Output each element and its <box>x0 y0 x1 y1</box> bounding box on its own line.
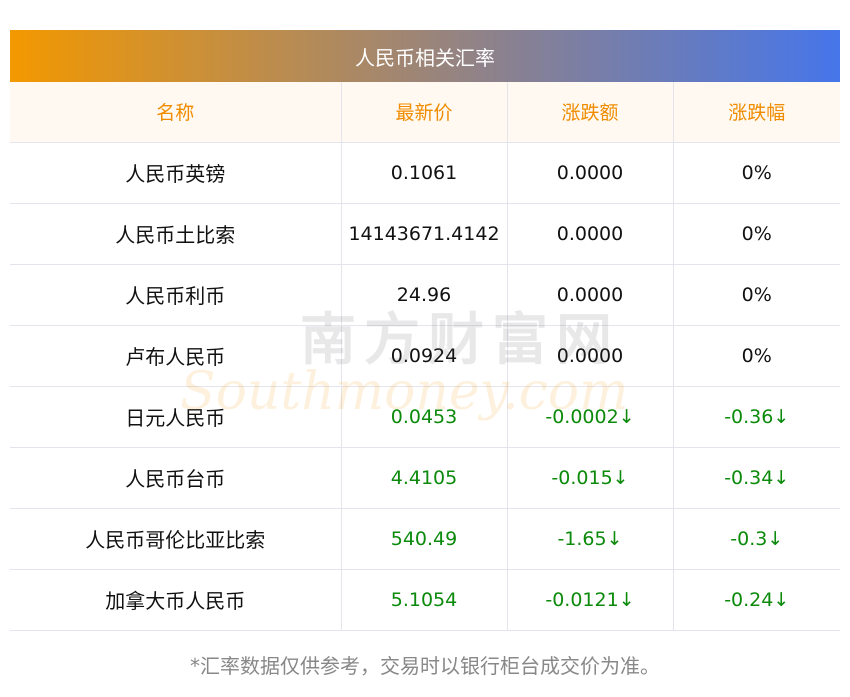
disclaimer: *汇率数据仅供参考，交易时以银行柜台成交价为准。 <box>190 654 660 678</box>
table-row[interactable]: 加拿大币人民币 5.1054 -0.0121↓ -0.24↓ <box>10 569 840 631</box>
cell-name: 人民币土比索 <box>10 203 342 265</box>
table-row[interactable]: 人民币利币 24.96 0.0000 0% <box>10 264 840 326</box>
cell-price: 5.1054 <box>341 569 508 631</box>
cell-pct: -0.24↓ <box>673 569 840 631</box>
table-header: 名称 最新价 涨跌额 涨跌幅 <box>10 82 840 143</box>
cell-price: 0.1061 <box>341 142 508 204</box>
cell-pct: -0.3↓ <box>673 508 840 570</box>
col-pct: 涨跌幅 <box>673 82 840 143</box>
cell-pct: 0% <box>673 264 840 326</box>
col-change: 涨跌额 <box>507 82 674 143</box>
cell-change: 0.0000 <box>507 264 674 326</box>
cell-price: 0.0453 <box>341 386 508 448</box>
cell-change: 0.0000 <box>507 203 674 265</box>
cell-change: -1.65↓ <box>507 508 674 570</box>
table-row[interactable]: 日元人民币 0.0453 -0.0002↓ -0.36↓ <box>10 386 840 448</box>
cell-name: 卢布人民币 <box>10 325 342 387</box>
table-row[interactable]: 卢布人民币 0.0924 0.0000 0% <box>10 325 840 387</box>
col-name: 名称 <box>10 82 342 143</box>
cell-change: 0.0000 <box>507 142 674 204</box>
cell-change: -0.0121↓ <box>507 569 674 631</box>
panel-title: 人民币相关汇率 <box>10 30 840 82</box>
cell-name: 日元人民币 <box>10 386 342 448</box>
table-row[interactable]: 人民币土比索 14143671.4142 0.0000 0% <box>10 203 840 265</box>
rates-panel: 人民币相关汇率 名称 最新价 涨跌额 涨跌幅 人民币英镑 0.1061 0.0000… <box>10 30 840 631</box>
cell-price: 24.96 <box>341 264 508 326</box>
cell-pct: 0% <box>673 203 840 265</box>
cell-name: 人民币哥伦比亚比索 <box>10 508 342 570</box>
table-row[interactable]: 人民币英镑 0.1061 0.0000 0% <box>10 142 840 204</box>
cell-pct: -0.34↓ <box>673 447 840 509</box>
table-row[interactable]: 人民币台币 4.4105 -0.015↓ -0.34↓ <box>10 447 840 509</box>
cell-change: -0.0002↓ <box>507 386 674 448</box>
cell-change: 0.0000 <box>507 325 674 387</box>
cell-name: 人民币英镑 <box>10 142 342 204</box>
cell-price: 540.49 <box>341 508 508 570</box>
cell-name: 人民币台币 <box>10 447 342 509</box>
cell-price: 0.0924 <box>341 325 508 387</box>
col-price: 最新价 <box>341 82 508 143</box>
cell-price: 4.4105 <box>341 447 508 509</box>
cell-pct: -0.36↓ <box>673 386 840 448</box>
cell-name: 加拿大币人民币 <box>10 569 342 631</box>
cell-pct: 0% <box>673 325 840 387</box>
cell-pct: 0% <box>673 142 840 204</box>
cell-name: 人民币利币 <box>10 264 342 326</box>
table-row[interactable]: 人民币哥伦比亚比索 540.49 -1.65↓ -0.3↓ <box>10 508 840 570</box>
cell-price: 14143671.4142 <box>341 203 508 265</box>
rates-table: 名称 最新价 涨跌额 涨跌幅 人民币英镑 0.1061 0.0000 0% 人民币土比索… <box>10 82 840 631</box>
cell-change: -0.015↓ <box>507 447 674 509</box>
